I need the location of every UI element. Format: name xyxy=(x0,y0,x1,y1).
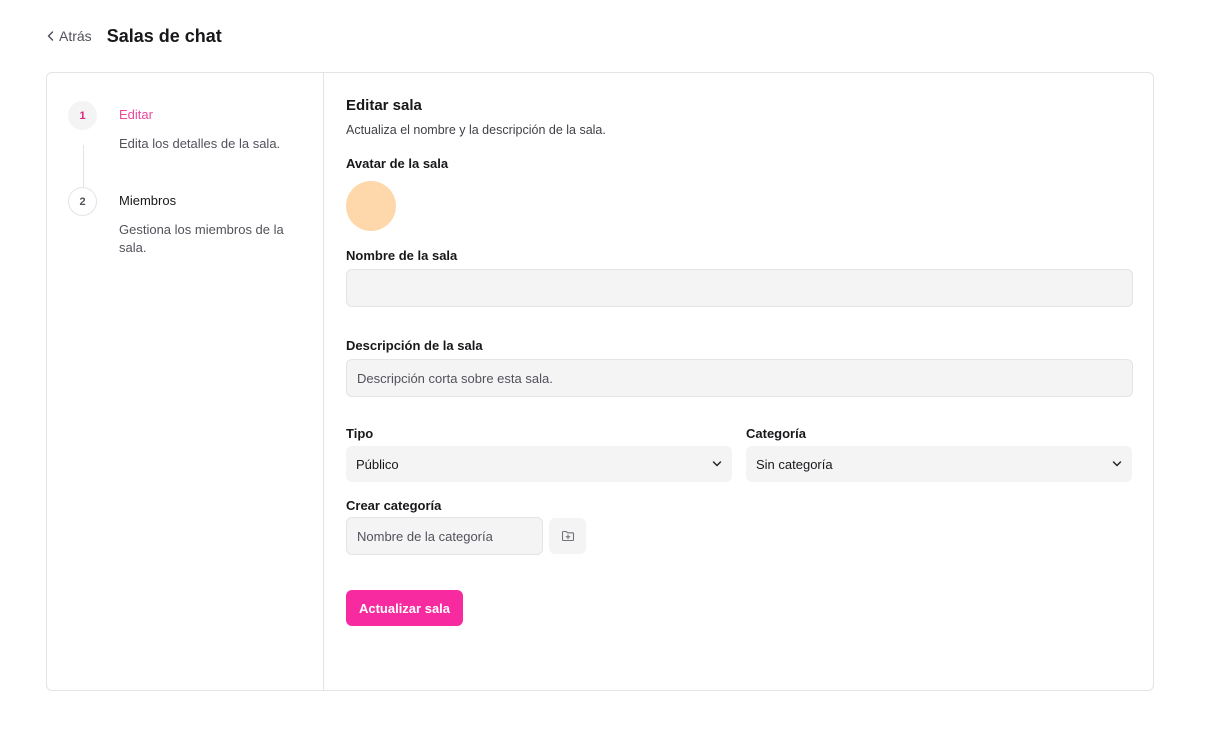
avatar-label: Avatar de la sala xyxy=(346,156,449,171)
edit-room-card: 1 Editar Edita los detalles de la sala. … xyxy=(46,72,1154,691)
room-type-select[interactable]: Público xyxy=(346,446,732,482)
add-category-button[interactable] xyxy=(549,518,586,554)
back-link[interactable]: Atrás xyxy=(46,28,92,44)
chevron-down-icon xyxy=(712,461,722,467)
step-title: Editar xyxy=(119,107,153,122)
room-type-label: Tipo xyxy=(346,426,374,441)
back-label: Atrás xyxy=(59,28,92,44)
room-description-label: Descripción de la sala xyxy=(346,338,483,353)
room-name-input[interactable] xyxy=(346,269,1133,307)
room-description-input[interactable] xyxy=(346,359,1133,397)
page-header: Atrás Salas de chat xyxy=(46,24,222,48)
category-label: Categoría xyxy=(746,426,806,441)
chevron-down-icon xyxy=(1112,461,1122,467)
category-select[interactable]: Sin categoría xyxy=(746,446,1132,482)
room-name-label: Nombre de la sala xyxy=(346,248,458,263)
room-avatar[interactable] xyxy=(346,181,396,231)
step-title: Miembros xyxy=(119,193,177,208)
update-room-button[interactable]: Actualizar sala xyxy=(346,590,463,626)
step-description: Edita los detalles de la sala. xyxy=(119,136,281,151)
page-title: Salas de chat xyxy=(106,25,222,46)
chevron-left-icon xyxy=(47,31,54,41)
category-name-input[interactable] xyxy=(346,517,543,555)
folder-plus-icon xyxy=(561,530,574,542)
step-number: 2 xyxy=(68,187,97,216)
step-number: 1 xyxy=(68,101,97,130)
category-value: Sin categoría xyxy=(756,456,833,472)
step-connector xyxy=(83,145,84,187)
create-category-label: Crear categoría xyxy=(346,498,442,513)
form-title: Editar sala xyxy=(346,97,422,114)
step-description: Gestiona los miembros de la sala. xyxy=(119,222,284,255)
form-subtitle: Actualiza el nombre y la descripción de … xyxy=(346,123,606,137)
room-type-value: Público xyxy=(356,456,399,472)
steps-sidebar: 1 Editar Edita los detalles de la sala. … xyxy=(47,73,324,690)
